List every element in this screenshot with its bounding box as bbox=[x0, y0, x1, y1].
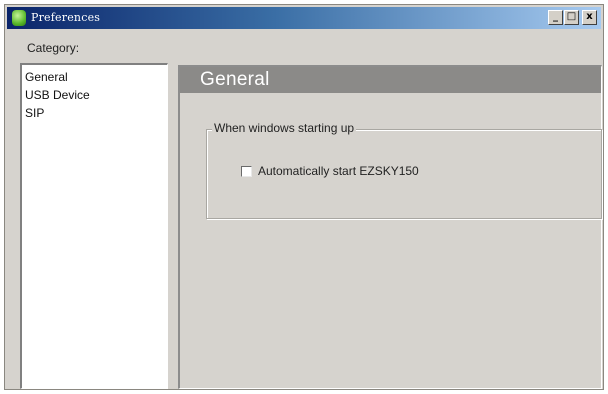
panel-title: General bbox=[200, 69, 270, 90]
preferences-window: Preferences _ □ x Category: General USB … bbox=[4, 4, 604, 390]
window-title: Preferences bbox=[31, 11, 101, 24]
settings-panel: General When windows starting up Automat… bbox=[178, 65, 602, 389]
category-list[interactable]: General USB Device SIP bbox=[20, 63, 168, 389]
groupbox-title: When windows starting up bbox=[212, 121, 357, 135]
autostart-checkbox[interactable] bbox=[241, 165, 252, 177]
app-icon bbox=[12, 10, 26, 26]
category-item-sip[interactable]: SIP bbox=[24, 104, 165, 122]
autostart-label[interactable]: Automatically start EZSKY150 bbox=[258, 164, 419, 178]
startup-groupbox: When windows starting up Automatically s… bbox=[206, 121, 602, 219]
minimize-button[interactable]: _ bbox=[548, 10, 563, 25]
maximize-button[interactable]: □ bbox=[564, 10, 579, 25]
close-button[interactable]: x bbox=[582, 10, 597, 25]
category-item-general[interactable]: General bbox=[24, 68, 165, 86]
autostart-option[interactable]: Automatically start EZSKY150 bbox=[241, 164, 419, 178]
category-label: Category: bbox=[27, 41, 80, 55]
title-bar[interactable]: Preferences _ □ x bbox=[7, 7, 601, 29]
category-item-usb-device[interactable]: USB Device bbox=[24, 86, 165, 104]
panel-header: General bbox=[180, 67, 601, 93]
